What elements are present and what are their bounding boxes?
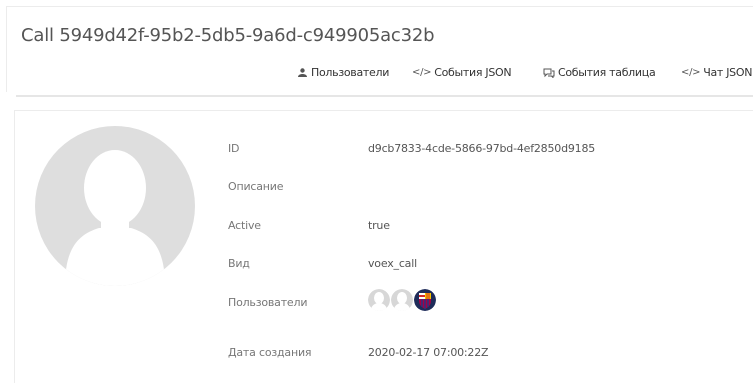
field-label: Active	[228, 219, 261, 232]
call-header-panel: Call 5949d42f-95b2-5db5-9a6d-c949905ac32…	[6, 6, 753, 92]
field-label: ID	[228, 142, 240, 155]
field-value: voex_call	[368, 257, 417, 270]
tab-chat-json[interactable]: </> Чат JSON	[681, 66, 752, 79]
tab-events-table[interactable]: События таблица	[543, 66, 656, 79]
divider	[16, 95, 753, 97]
field-value: true	[368, 219, 390, 232]
tab-users-label: Пользователи	[311, 66, 390, 79]
call-tabs: Пользователи </> События JSON События та…	[7, 66, 753, 82]
field-label: Дата создания	[228, 346, 312, 359]
tab-users[interactable]: Пользователи	[297, 66, 389, 79]
field-value: d9cb7833-4cde-5866-97bd-4ef2850d9185	[368, 142, 596, 155]
tab-events-json[interactable]: </> События JSON	[412, 66, 512, 79]
code-icon: </>	[681, 67, 701, 78]
call-details-panel: ID d9cb7833-4cde-5866-97bd-4ef2850d9185 …	[14, 110, 753, 383]
user-avatar-list	[368, 289, 436, 311]
club-crest-avatar[interactable]	[414, 289, 436, 311]
field-label: Вид	[228, 257, 250, 270]
users-icon	[297, 68, 308, 77]
tab-chat-json-label: Чат JSON	[703, 66, 753, 79]
tab-events-table-label: События таблица	[558, 66, 656, 79]
page-title: Call 5949d42f-95b2-5db5-9a6d-c949905ac32…	[21, 25, 435, 46]
code-icon: </>	[412, 67, 432, 78]
comments-icon	[543, 68, 555, 78]
field-value: 2020-02-17 07:00:22Z	[368, 346, 489, 359]
tab-events-json-label: События JSON	[434, 66, 512, 79]
field-label: Пользователи	[228, 296, 308, 309]
default-user-avatar[interactable]	[391, 289, 413, 311]
user-placeholder-avatar	[35, 126, 195, 286]
default-user-avatar[interactable]	[368, 289, 390, 311]
field-label: Описание	[228, 180, 284, 193]
